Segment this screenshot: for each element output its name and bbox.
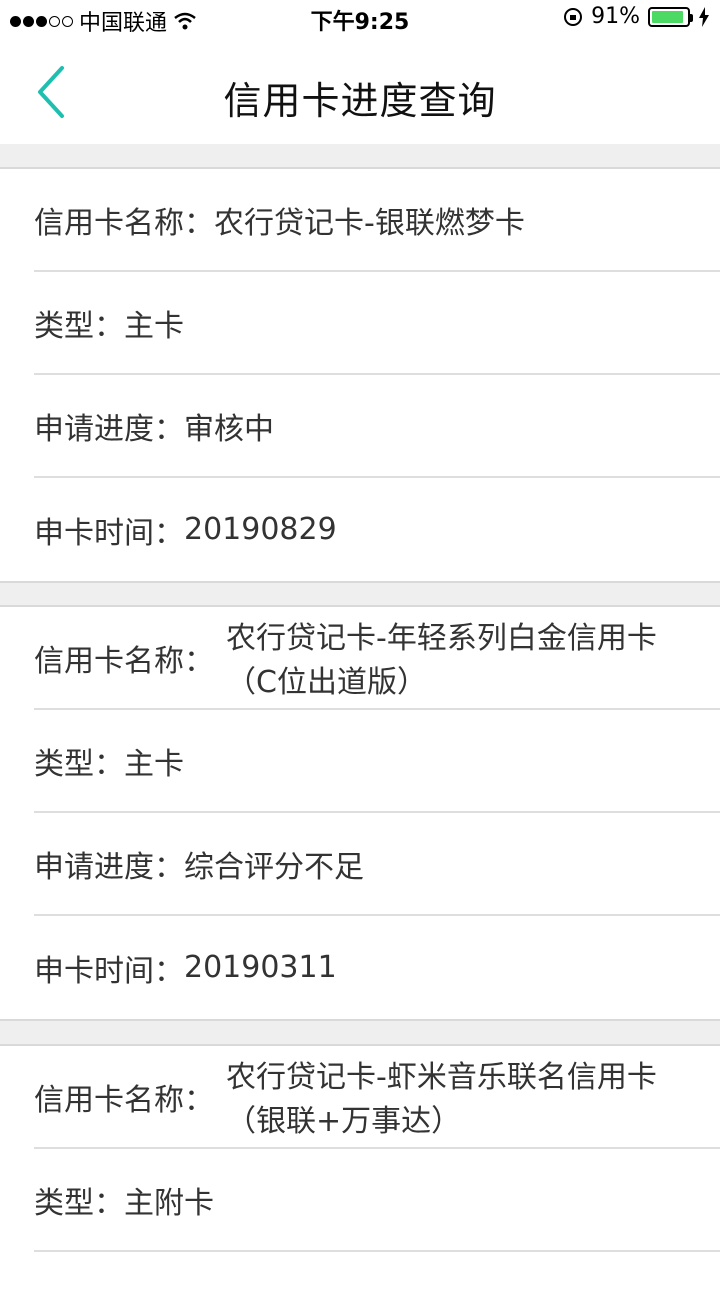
- battery-percent: 91%: [591, 4, 640, 29]
- progress-row: 申请进度： 综合评分不足: [34, 813, 720, 916]
- card-name-value: 农行贷记卡-年轻系列白金信用卡（C位出道版）: [226, 621, 657, 700]
- page-title: 信用卡进度查询: [223, 79, 497, 123]
- card-name-label: 信用卡名称：: [34, 643, 214, 679]
- battery-icon: [648, 6, 693, 27]
- card-type-label: 类型：: [34, 308, 124, 344]
- card-type-row: 类型： 主附卡: [34, 1149, 720, 1252]
- card-name-value: 农行贷记卡-虾米音乐联名信用卡（银联+万事达）: [226, 1060, 657, 1139]
- progress-value: 综合评分不足: [184, 849, 364, 885]
- card-name-value: 农行贷记卡-银联燃梦卡: [214, 205, 525, 241]
- application-card: 信用卡名称： 农行贷记卡-年轻系列白金信用卡（C位出道版） 类型： 主卡 申请进…: [0, 605, 720, 1021]
- status-bar: 中国联通 下午9:25 91%: [0, 0, 720, 36]
- progress-row: 申请进度： 审核中: [34, 375, 720, 478]
- card-name-label: 信用卡名称：: [34, 1082, 214, 1118]
- card-type-label: 类型：: [34, 746, 124, 782]
- card-type-value: 主附卡: [124, 1185, 214, 1221]
- card-type-row: 类型： 主卡: [34, 272, 720, 375]
- card-type-row: 类型： 主卡: [34, 710, 720, 813]
- progress-label: 申请进度：: [34, 411, 184, 447]
- card-name-label: 信用卡名称：: [34, 205, 214, 241]
- progress-value: 审核中: [184, 411, 274, 447]
- apply-time-row: 申卡时间： 20190829: [34, 478, 720, 581]
- charging-bolt-icon: [699, 6, 709, 27]
- apply-time-value: 20190311: [184, 950, 337, 985]
- application-card: 信用卡名称： 农行贷记卡-银联燃梦卡 类型： 主卡 申请进度： 审核中 申卡时间…: [0, 167, 720, 583]
- card-type-label: 类型：: [34, 1185, 124, 1221]
- apply-time-row: 申卡时间： 20190311: [34, 916, 720, 1019]
- apply-time-value: 20190829: [184, 512, 337, 547]
- rotation-lock-icon: [564, 7, 583, 26]
- apply-time-label: 申卡时间：: [34, 515, 184, 551]
- application-card: 信用卡名称： 农行贷记卡-虾米音乐联名信用卡（银联+万事达） 类型： 主附卡: [0, 1044, 720, 1304]
- progress-label: 申请进度：: [34, 849, 184, 885]
- status-right: 91%: [563, 4, 710, 29]
- card-name-row: 信用卡名称： 农行贷记卡-银联燃梦卡: [34, 169, 720, 272]
- apply-time-label: 申卡时间：: [34, 953, 184, 989]
- card-type-value: 主卡: [124, 308, 184, 344]
- card-type-value: 主卡: [124, 746, 184, 782]
- card-name-row: 信用卡名称： 农行贷记卡-年轻系列白金信用卡（C位出道版）: [34, 607, 720, 710]
- card-name-row: 信用卡名称： 农行贷记卡-虾米音乐联名信用卡（银联+万事达）: [34, 1046, 720, 1149]
- nav-bar: 信用卡进度查询: [0, 36, 720, 144]
